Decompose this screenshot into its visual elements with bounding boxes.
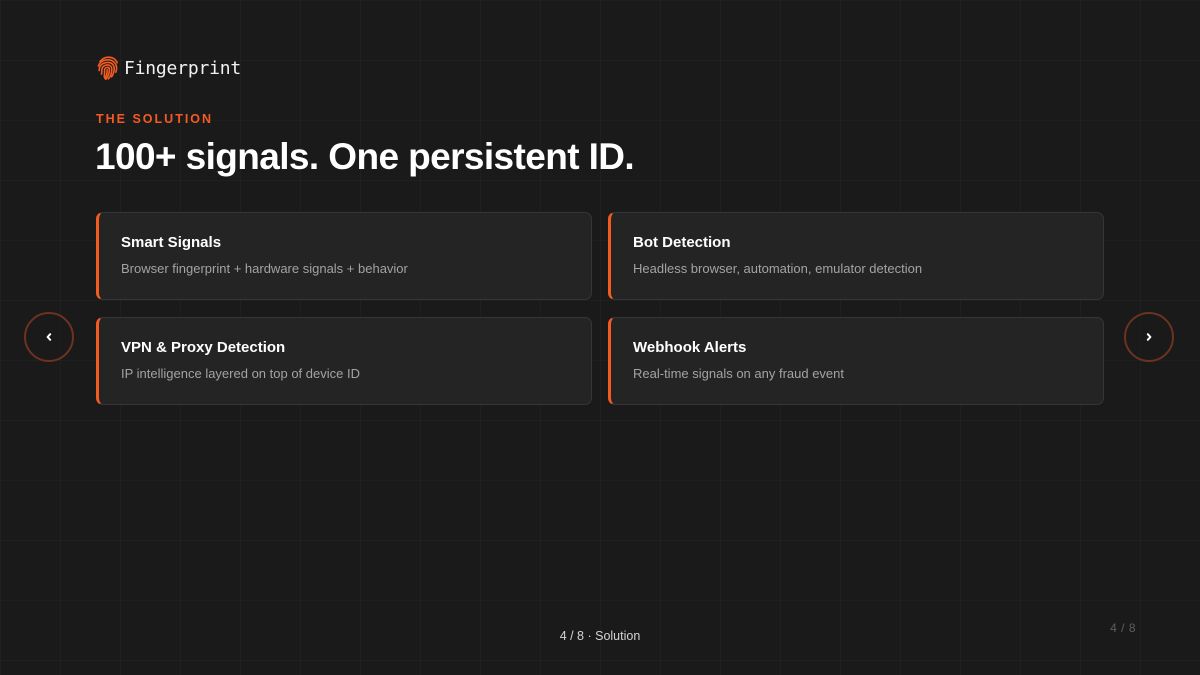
brand-logo: Fingerprint [96, 55, 241, 81]
fingerprint-icon [97, 56, 118, 81]
section-eyebrow: THE SOLUTION [96, 112, 214, 126]
card-description: IP intelligence layered on top of device… [121, 366, 360, 381]
previous-slide-button[interactable] [24, 312, 74, 362]
feature-card-webhook-alerts: Webhook Alerts Real-time signals on any … [608, 317, 1104, 405]
page-counter: 4 / 8 [1110, 621, 1136, 635]
card-title: Bot Detection [633, 234, 731, 251]
card-title: Smart Signals [121, 234, 222, 251]
feature-card-vpn-proxy-detection: VPN & Proxy Detection IP intelligence la… [96, 317, 592, 405]
card-description: Browser fingerprint + hardware signals +… [121, 261, 408, 276]
chevron-right-icon [1146, 333, 1152, 341]
feature-card-bot-detection: Bot Detection Headless browser, automati… [608, 212, 1104, 300]
feature-card-smart-signals: Smart Signals Browser fingerprint + hard… [96, 212, 592, 300]
brand-name: Fingerprint [124, 57, 242, 79]
slide-headline: 100+ signals. One persistent ID. [95, 136, 635, 177]
feature-cards: Smart Signals Browser fingerprint + hard… [96, 212, 1104, 405]
card-description: Headless browser, automation, emulator d… [633, 261, 923, 276]
next-slide-button[interactable] [1124, 312, 1174, 362]
card-description: Real-time signals on any fraud event [633, 366, 845, 381]
chevron-left-icon [46, 333, 52, 341]
slide-position-label: 4 / 8 · Solution [559, 629, 641, 643]
card-title: Webhook Alerts [633, 339, 747, 356]
card-title: VPN & Proxy Detection [121, 339, 286, 356]
